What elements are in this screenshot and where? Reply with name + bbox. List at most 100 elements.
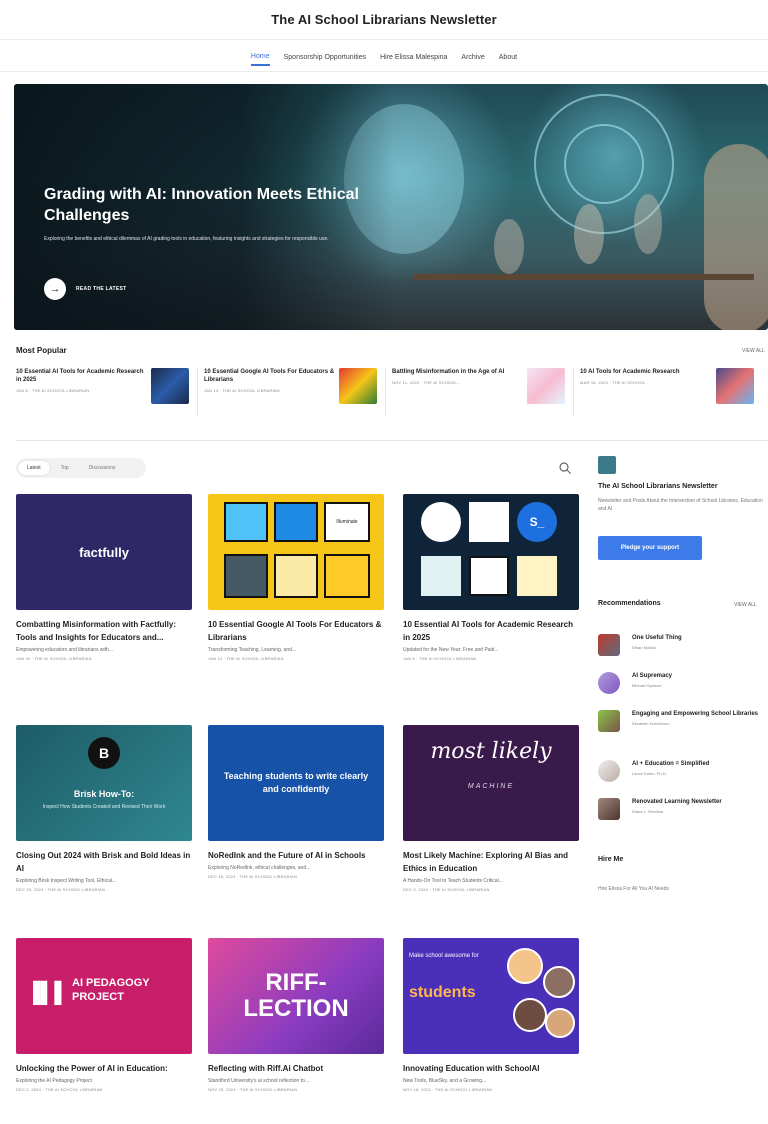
post-subtitle: Empowering educators and librarians with… [16,647,113,653]
post-image: most likely MACHINE [403,725,579,841]
popular-item-meta: JAN 6 · THE AI SCHOOL LIBRARIAN [16,388,90,393]
pledge-support-button[interactable]: Pledge your support [598,536,702,560]
publication-name[interactable]: The AI School Librarians Newsletter [598,483,718,490]
site-title[interactable]: The AI School Librarians Newsletter [271,12,497,27]
popular-item-meta: JAN 13 · THE AI SCHOOL LIBRARIAN [204,388,280,393]
post-meta: DEC 16, 2024 · THE AI SCHOOL LIBRARIAN [208,874,297,879]
nav-sponsorship[interactable]: Sponsorship Opportunities [284,50,367,65]
hero-banner[interactable]: Grading with AI: Innovation Meets Ethica… [14,84,768,330]
hero-student-graphic [704,144,768,330]
search-icon[interactable] [558,461,572,475]
recommendation-name: Renovated Learning Newsletter [632,799,722,805]
popular-item-title: Battling Misinformation in the Age of AI [392,369,505,375]
most-popular-list: 10 Essential AI Tools for Academic Resea… [16,368,768,422]
arrow-right-icon: → [44,278,66,300]
popular-item[interactable]: 10 Essential AI Tools for Academic Resea… [16,368,199,416]
recommendation-author: Ethan Mollick [632,645,656,650]
tab-top[interactable]: Top [52,461,78,475]
post-image: B Brisk How-To: Inspect How Students Cre… [16,725,192,841]
post-image-text: factfully [79,544,129,560]
post-subtitle: Exploring NoRedInk, ethical challenges, … [208,865,311,871]
post-image-tagline: Inspect How Students Created and Revised… [42,804,166,810]
post-image-text: students [409,984,476,1001]
post-title[interactable]: Reflecting with Riff.Ai Chatbot [208,1062,384,1075]
post-image: Make school awesome for students [403,938,579,1054]
post-image-tagline: MACHINE [467,783,515,790]
recommendation-item[interactable]: AI + Education = Simplified Lance Eaton,… [598,760,768,782]
popular-item-meta: MAR 18, 2024 · THE AI SCHOOL... [580,380,650,385]
post-image: factfully [16,494,192,610]
nav-home[interactable]: Home [250,49,270,66]
popular-view-all-link[interactable]: VIEW ALL [742,348,765,354]
recommendations-view-all-link[interactable]: VIEW ALL [734,602,757,608]
post-card[interactable]: RIFF- LECTION Reflecting with Riff.Ai Ch… [208,938,384,1092]
post-card[interactable]: most likely MACHINE Most Likely Machine:… [403,725,579,892]
popular-item-thumbnail [527,368,566,404]
recommendation-item[interactable]: Renovated Learning Newsletter Diana L. R… [598,798,768,820]
popular-item[interactable]: 10 AI Tools for Academic Research MAR 18… [580,368,762,416]
post-image-tagline: Make school awesome for [409,953,479,959]
hire-me-heading: Hire Me [598,856,624,863]
post-subtitle: Exploring Brisk Inspect Writing Tool, Et… [16,878,117,884]
post-title[interactable]: Combatting Misinformation with Factfully… [16,618,192,644]
most-popular-heading: Most Popular [16,346,67,355]
recommendation-item[interactable]: One Useful Thing Ethan Mollick [598,634,768,656]
post-card[interactable]: factfully Combatting Misinformation with… [16,494,192,661]
post-meta: JAN 13 · THE AI SCHOOL LIBRARIAN [208,656,284,661]
post-title[interactable]: NoRedInk and the Future of AI in Schools [208,849,384,862]
tab-discussions[interactable]: Discussions [80,461,125,475]
recommendation-avatar [598,672,620,694]
post-subtitle: Exploring the AI Pedagogy Project [16,1078,92,1084]
post-meta: JAN 20 · THE AI SCHOOL LIBRARIAN [16,656,92,661]
read-latest-label: READ THE LATEST [76,286,127,292]
post-title[interactable]: Closing Out 2024 with Brisk and Bold Ide… [16,849,192,875]
recommendations-heading: Recommendations [598,600,661,607]
post-image-text: most likely [430,739,552,764]
read-latest-button[interactable]: → READ THE LATEST [44,278,127,300]
popular-item[interactable]: 10 Essential Google AI Tools For Educato… [204,368,387,416]
nav-hire[interactable]: Hire Elissa Malespina [380,50,447,65]
post-meta: NOV 18, 2024 · THE AI SCHOOL LIBRARIAN [403,1087,493,1092]
section-divider [16,440,768,441]
post-card[interactable]: Teaching students to write clearly and c… [208,725,384,879]
post-title[interactable]: 10 Essential AI Tools for Academic Resea… [403,618,579,644]
post-subtitle: Transforming Teaching, Learning, and... [208,647,297,653]
post-image-text: Teaching students to write clearly and c… [223,771,369,794]
recommendation-name: AI + Education = Simplified [632,761,710,767]
recommendation-author: Lance Eaton, Ph.D. [632,771,667,776]
post-card[interactable]: Illuminate 10 Essential Google AI Tools … [208,494,384,661]
nav-about[interactable]: About [499,50,517,65]
post-tabs: Latest Top Discussions [16,458,146,478]
post-card[interactable]: Make school awesome for students Innovat… [403,938,579,1092]
post-card[interactable]: B Brisk How-To: Inspect How Students Cre… [16,725,192,892]
nav-archive[interactable]: Archive [461,50,484,65]
hero-ring-graphic [564,124,644,204]
hero-student-graphic [634,194,662,254]
hero-title[interactable]: Grading with AI: Innovation Meets Ethica… [44,184,374,226]
popular-item-title: 10 Essential AI Tools for Academic Resea… [16,369,144,383]
tab-latest[interactable]: Latest [18,461,50,475]
post-title[interactable]: Unlocking the Power of AI in Education: [16,1062,192,1075]
recommendation-item[interactable]: AI Supremacy Michael Spencer [598,672,768,694]
post-image-text: AI PEDAGOGY PROJECT [72,977,150,1003]
post-card[interactable]: S_ 10 Essential AI Tools for Academic Re… [403,494,579,661]
recommendation-author: Elizabeth Hutchinson [632,721,670,726]
post-title[interactable]: Innovating Education with SchoolAI [403,1062,579,1075]
recommendation-author: Diana L. Rendina [632,809,663,814]
popular-item-thumbnail [339,368,378,404]
hire-me-link[interactable]: Hire Elissa For All You AI Needs [598,886,669,892]
post-subtitle: A Hands-On Tool to Teach Students Critic… [403,878,503,884]
recommendation-item[interactable]: Engaging and Empowering School Libraries… [598,710,768,732]
student-avatar-icon [545,1008,575,1038]
post-image-text: S_ [517,502,557,542]
post-title[interactable]: Most Likely Machine: Exploring AI Bias a… [403,849,579,875]
publication-logo[interactable] [598,456,616,474]
popular-item-thumbnail [716,368,754,404]
post-card[interactable]: ▐▌▌ AI PEDAGOGY PROJECT Unlocking the Po… [16,938,192,1092]
student-avatar-icon [507,948,543,984]
post-subtitle: New Tools, BlueSky, and a Growing... [403,1078,487,1084]
post-title[interactable]: 10 Essential Google AI Tools For Educato… [208,618,384,644]
recommendation-avatar [598,710,620,732]
popular-item[interactable]: Battling Misinformation in the Age of AI… [392,368,575,416]
post-meta: DEC 2, 2024 · THE AI SCHOOL LIBRARIAN [16,1087,103,1092]
